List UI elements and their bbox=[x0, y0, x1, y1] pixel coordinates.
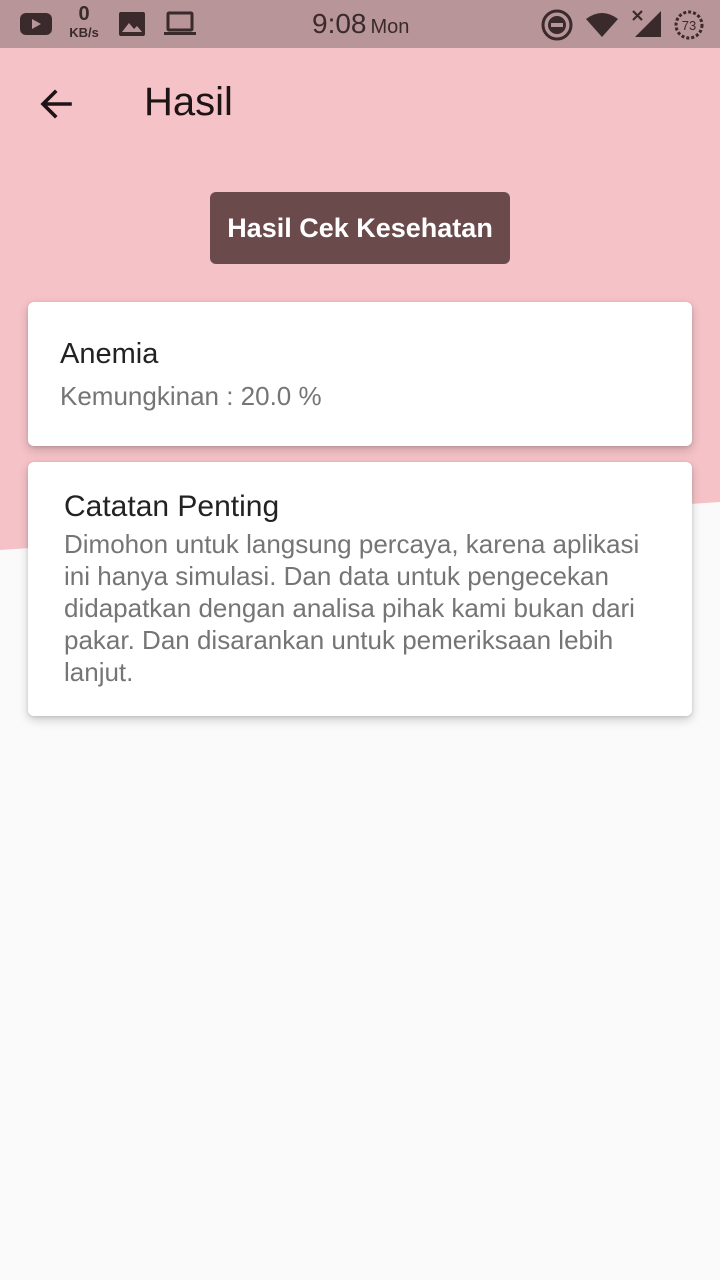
result-card: Anemia Kemungkinan : 20.0 % bbox=[28, 302, 692, 446]
note-title: Catatan Penting bbox=[64, 490, 280, 523]
back-button[interactable] bbox=[20, 74, 92, 134]
do-not-disturb-icon bbox=[540, 8, 574, 42]
note-body: Dimohon untuk langsung percaya, karena a… bbox=[64, 529, 640, 687]
result-title: Anemia bbox=[60, 338, 159, 370]
status-bar: 0 KB/s 9:08 Mon 73 bbox=[0, 0, 720, 48]
network-speed: 0 KB/s bbox=[64, 4, 104, 39]
laptop-icon bbox=[162, 10, 198, 38]
page-title: Hasil bbox=[144, 80, 233, 124]
network-speed-value: 0 bbox=[78, 3, 90, 25]
status-day: Mon bbox=[370, 16, 410, 38]
signal-icon bbox=[630, 8, 664, 40]
image-icon bbox=[116, 10, 148, 38]
health-check-result-button[interactable]: Hasil Cek Kesehatan bbox=[210, 192, 510, 264]
battery-icon: 73 bbox=[672, 8, 706, 42]
screen: 0 KB/s 9:08 Mon 73 Hasil Hasil Cek Keseh… bbox=[0, 0, 720, 1280]
note-card: Catatan Penting Dimohon untuk langsung p… bbox=[28, 462, 692, 716]
wifi-icon bbox=[584, 10, 620, 40]
result-probability: Kemungkinan : 20.0 % bbox=[60, 381, 322, 411]
network-speed-unit: KB/s bbox=[69, 25, 99, 40]
battery-level: 73 bbox=[682, 18, 696, 33]
youtube-icon bbox=[18, 10, 54, 38]
app-bar: Hasil bbox=[0, 48, 720, 160]
status-time: 9:08 Mon bbox=[312, 8, 409, 40]
arrow-left-icon bbox=[40, 89, 72, 119]
status-time-value: 9:08 bbox=[312, 8, 367, 39]
